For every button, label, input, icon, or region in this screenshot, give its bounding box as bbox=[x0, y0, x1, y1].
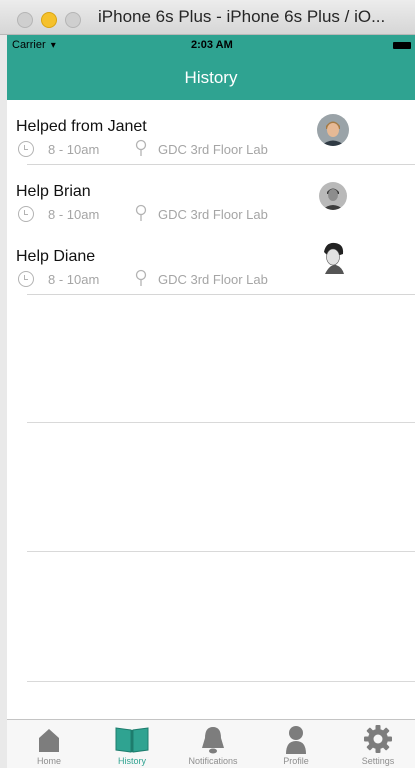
empty-row-divider bbox=[27, 681, 415, 682]
location-pin-icon bbox=[135, 139, 147, 156]
history-item-location: GDC 3rd Floor Lab bbox=[158, 142, 268, 157]
gear-icon bbox=[364, 725, 392, 753]
location-pin-icon bbox=[135, 204, 147, 221]
avatar-diane bbox=[318, 240, 350, 274]
history-list: Helped from Janet 8 - 10am GDC 3rd Floor… bbox=[7, 100, 415, 295]
window-minimize-button[interactable] bbox=[41, 12, 57, 28]
home-icon bbox=[39, 729, 59, 752]
window-close-button[interactable] bbox=[17, 12, 33, 28]
status-time: 2:03 AM bbox=[191, 39, 233, 51]
wifi-icon: ▾ bbox=[50, 40, 56, 51]
empty-row-divider bbox=[27, 422, 415, 423]
history-item-title: Helped from Janet bbox=[16, 118, 147, 135]
tab-bar: Home History Notifications Profile Setti… bbox=[7, 719, 415, 768]
history-row-diane[interactable]: Help Diane 8 - 10am GDC 3rd Floor Lab bbox=[7, 230, 415, 295]
carrier-label: Carrier ▾ bbox=[12, 39, 56, 51]
history-row-brian[interactable]: Help Brian 8 - 10am GDC 3rd Floor Lab bbox=[7, 165, 415, 230]
tab-history[interactable]: History bbox=[92, 720, 172, 768]
history-item-time: 8 - 10am bbox=[48, 207, 100, 222]
history-item-location: GDC 3rd Floor Lab bbox=[158, 207, 268, 222]
carrier-name: Carrier bbox=[12, 39, 46, 51]
status-bar: Carrier ▾ 2:03 AM bbox=[7, 35, 415, 57]
tab-notifications[interactable]: Notifications bbox=[173, 720, 253, 768]
simulator-title-bar: iPhone 6s Plus - iPhone 6s Plus / iO... bbox=[0, 0, 415, 35]
row-divider bbox=[27, 294, 415, 295]
location-pin-icon bbox=[135, 269, 147, 286]
empty-row-divider bbox=[27, 551, 415, 552]
phone-screen: Carrier ▾ 2:03 AM History Helped from Ja… bbox=[7, 35, 415, 768]
tab-label: Settings bbox=[361, 756, 395, 766]
history-item-title: Help Brian bbox=[16, 183, 91, 200]
clock-icon bbox=[18, 141, 34, 157]
history-item-time: 8 - 10am bbox=[48, 142, 100, 157]
avatar-janet bbox=[317, 114, 349, 146]
clock-icon bbox=[18, 206, 34, 222]
window-maximize-button[interactable] bbox=[65, 12, 81, 28]
tab-profile[interactable]: Profile bbox=[256, 720, 336, 768]
tab-label: Notifications bbox=[188, 756, 238, 766]
bell-icon bbox=[202, 727, 224, 754]
tab-label: Home bbox=[36, 756, 61, 766]
tab-home[interactable]: Home bbox=[9, 720, 89, 768]
window-title: iPhone 6s Plus - iPhone 6s Plus / iO... bbox=[98, 7, 386, 26]
history-row-janet[interactable]: Helped from Janet 8 - 10am GDC 3rd Floor… bbox=[7, 100, 415, 165]
history-item-time: 8 - 10am bbox=[48, 272, 100, 287]
battery-icon bbox=[393, 42, 411, 49]
avatar-brian bbox=[319, 182, 347, 210]
book-icon bbox=[115, 727, 149, 753]
page-title: History bbox=[184, 68, 238, 87]
history-item-title: Help Diane bbox=[16, 248, 96, 265]
navigation-bar: History bbox=[7, 57, 415, 100]
tab-settings[interactable]: Settings bbox=[338, 720, 415, 768]
person-icon bbox=[286, 726, 306, 754]
history-item-location: GDC 3rd Floor Lab bbox=[158, 272, 268, 287]
tab-label: History bbox=[117, 756, 146, 766]
tab-label: Profile bbox=[283, 756, 309, 766]
clock-icon bbox=[18, 271, 34, 287]
